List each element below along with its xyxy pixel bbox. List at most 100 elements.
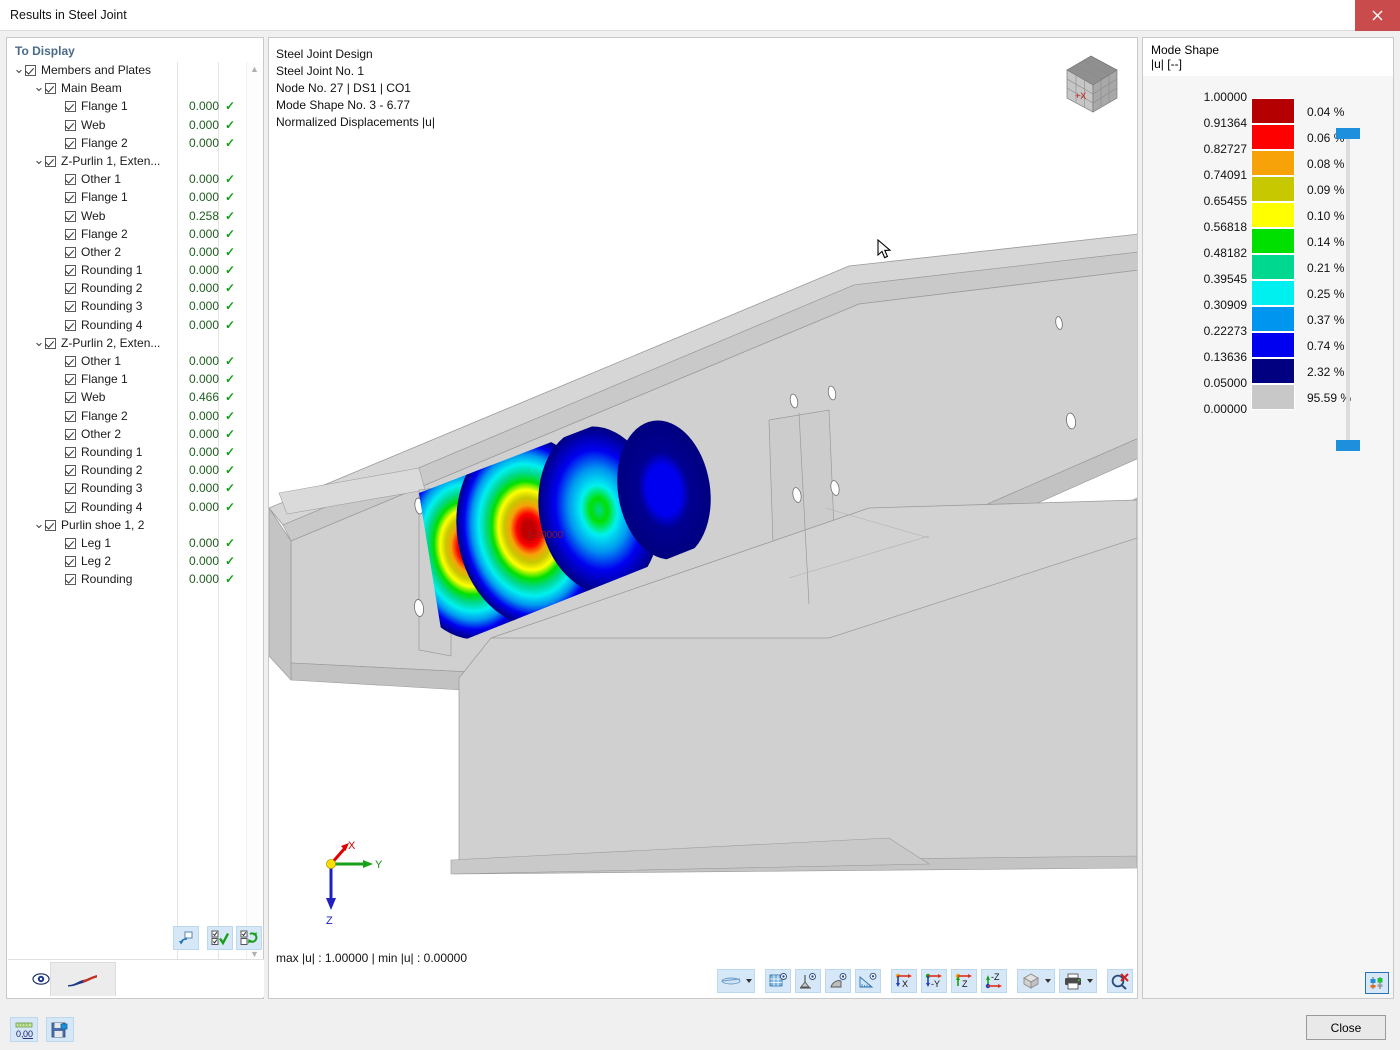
view-cube-icon[interactable]: +X [1057,50,1127,120]
chevron-down-icon[interactable]: ⌄ [33,516,45,532]
tree-row-checkbox[interactable] [65,356,76,367]
tree-row-checkbox[interactable] [65,319,76,331]
tree-row-checkbox[interactable] [65,101,76,113]
tree-row-checkbox[interactable] [65,192,76,204]
tree-row[interactable]: Web 0.000 ✓ [13,117,259,135]
tree-row[interactable]: Flange 2 0.000 ✓ [13,408,259,426]
tree-row[interactable]: Rounding 0.000 ✓ [13,571,259,589]
tree-row[interactable]: Rounding 2 0.000 ✓ [13,462,259,480]
chevron-down-icon[interactable]: ⌄ [33,79,45,95]
chevron-down-icon[interactable]: ⌄ [33,334,45,350]
tree-row[interactable]: ⌄ Main Beam [13,79,259,98]
tree-row[interactable]: Rounding 4 0.000 ✓ [13,317,259,335]
settings-button[interactable] [46,1017,74,1042]
isometric-view-button[interactable] [1017,969,1055,993]
tree-row-checkbox[interactable] [65,428,76,440]
tree-row[interactable]: Flange 1 0.000 ✓ [13,371,259,389]
legend-range-slider[interactable] [1346,138,1350,450]
view-in-z-button[interactable]: Z [951,969,977,993]
tree-row[interactable]: Web 0.258 ✓ [13,208,259,226]
tree-row[interactable]: Rounding 3 0.000 ✓ [13,480,259,498]
clear-selection-button[interactable] [1107,969,1133,993]
render-mode-button[interactable] [717,969,755,993]
tree-row-checkbox[interactable] [65,119,76,131]
tree-row-checkbox[interactable] [65,246,76,258]
tree-row[interactable]: Rounding 2 0.000 ✓ [13,280,259,298]
tree-row-checkbox[interactable] [45,337,56,349]
tab-deformation[interactable] [50,962,116,996]
chevron-down-icon[interactable] [746,979,752,983]
tree-row[interactable]: ⌄ Purlin shoe 1, 2 [13,516,259,535]
tree-row[interactable]: Rounding 1 0.000 ✓ [13,262,259,280]
chevron-down-icon[interactable] [1045,979,1051,983]
tree-row[interactable]: Leg 2 0.000 ✓ [13,553,259,571]
close-button[interactable]: Close [1306,1015,1386,1040]
tree-row-checkbox[interactable] [65,501,76,513]
units-button[interactable]: 0, 00 [10,1017,38,1042]
tree-row[interactable]: Rounding 1 0.000 ✓ [13,444,259,462]
chevron-down-icon[interactable]: ⌄ [33,152,45,168]
svg-text:-Y: -Y [931,979,940,989]
tree-row[interactable]: ⌄ Members and Plates [13,62,259,80]
legend-settings-button[interactable] [1365,972,1389,994]
tree-row[interactable]: Rounding 4 0.000 ✓ [13,499,259,517]
tree-row[interactable]: Other 1 0.000 ✓ [13,353,259,371]
tree-row[interactable]: Other 2 0.000 ✓ [13,244,259,262]
scroll-up-icon[interactable]: ▲ [247,62,262,77]
loads-button[interactable] [825,969,851,993]
tree-row[interactable]: Flange 2 0.000 ✓ [13,135,259,153]
tree-row-checkbox[interactable] [65,265,76,277]
grid-button[interactable] [765,969,791,993]
tree-row-checkbox[interactable] [65,283,76,295]
tree-row-checkbox[interactable] [65,228,76,240]
tree-row-checkbox[interactable] [65,410,76,422]
invert-selection-button[interactable] [236,926,262,950]
tree-row[interactable]: Leg 1 0.000 ✓ [13,535,259,553]
chevron-down-icon[interactable]: ⌄ [13,62,25,77]
tree-row[interactable]: Flange 1 0.000 ✓ [13,189,259,207]
footer-buttons[interactable]: 0, 00 [10,1017,74,1042]
tree-row-checkbox[interactable] [65,392,76,404]
close-icon[interactable] [1355,0,1400,31]
tree-row[interactable]: Other 2 0.000 ✓ [13,426,259,444]
tree-row-checkbox[interactable] [65,137,76,149]
tree-row-checkbox[interactable] [65,301,76,313]
tree-row[interactable]: ⌄ Z-Purlin 2, Exten... [13,334,259,353]
tree-row-checkbox[interactable] [65,210,76,222]
tree-row-checkbox[interactable] [65,556,76,568]
tree-row-checkbox[interactable] [65,446,76,458]
display-tree[interactable]: ⌄ Members and Plates ⌄ Main Beam Flange 1 0.0… [13,62,259,962]
tree-row-checkbox[interactable] [45,83,56,95]
tree-row-checkbox[interactable] [65,483,76,495]
model-view[interactable]: 1.00000 +X Steel Joint Design Steel Joint… [268,37,1138,999]
view-in-y-button[interactable]: -Y [921,969,947,993]
view-in-minus-z-button[interactable]: -Z [981,969,1007,993]
view-in-x-button[interactable]: X [891,969,917,993]
tree-row[interactable]: ⌄ Z-Purlin 1, Exten... [13,152,259,171]
print-button[interactable] [1059,969,1097,993]
tree-row-checkbox[interactable] [65,465,76,477]
restore-default-button[interactable] [173,926,199,950]
tree-row[interactable]: Rounding 3 0.000 ✓ [13,298,259,316]
tree-row-checkbox[interactable] [65,574,76,586]
tree-row[interactable]: Flange 1 0.000 ✓ [13,98,259,116]
legend-slider-handle-bottom[interactable] [1336,440,1360,451]
tree-row-checkbox[interactable] [45,155,56,167]
supports-button[interactable] [795,969,821,993]
tree-row-value: 0.000 [188,135,219,150]
tree-row[interactable]: Flange 2 0.000 ✓ [13,226,259,244]
chevron-down-icon[interactable] [1087,979,1093,983]
tree-row[interactable]: Web 0.466 ✓ [13,389,259,407]
measure-button[interactable] [855,969,881,993]
legend-slider-handle-top[interactable] [1336,128,1360,139]
tree-row-checkbox[interactable] [65,374,76,386]
tree-row-checkbox[interactable] [45,519,56,531]
tree-row-checkbox[interactable] [25,65,36,76]
tree-row-checkbox[interactable] [65,537,76,549]
view-toolbar[interactable]: X -Y Z -Z [717,968,1133,994]
select-all-button[interactable] [207,926,233,950]
tree-scrollbar[interactable]: ▲ ▼ [246,62,261,962]
tree-row-checkbox[interactable] [65,174,76,186]
tree-row[interactable]: Other 1 0.000 ✓ [13,171,259,189]
left-panel-tabs[interactable] [8,959,264,997]
